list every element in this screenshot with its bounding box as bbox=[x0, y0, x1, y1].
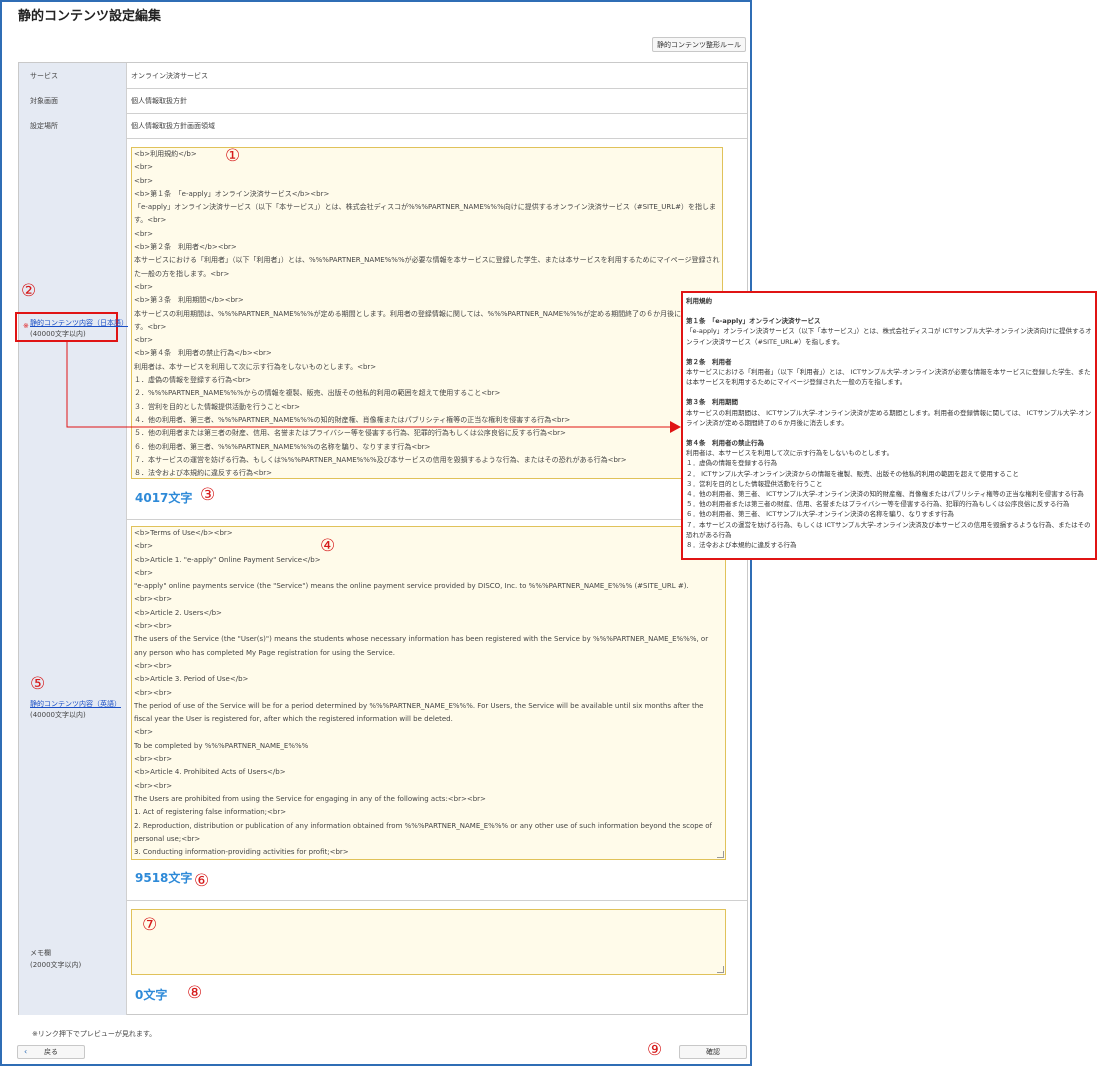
marker-7: ⑦ bbox=[142, 915, 158, 935]
preview-item: ８．法令および本規約に違反する行為 bbox=[686, 541, 797, 550]
preview-article-3-body: 本サービスの利用期間は、 ICTサンプル大学-オンライン決済が定める期間とします… bbox=[686, 408, 1092, 427]
preview-item: ４．他の利用者、第三者、 ICTサンプル大学-オンライン決済の知的財産権、肖像権… bbox=[686, 490, 1084, 499]
preview-item: １．虚偽の情報を登録する行為 bbox=[686, 459, 777, 468]
preview-article-1-title: 第１条 「e-apply」オンライン決済サービス bbox=[686, 317, 821, 326]
preview-article-2-body: 本サービスにおける「利用者」（以下「利用者」）とは、 ICTサンプル大学-オンラ… bbox=[686, 368, 1091, 387]
marker-8: ⑧ bbox=[187, 983, 203, 1003]
marker-3: ③ bbox=[200, 485, 216, 505]
preview-title: 利用規約 bbox=[686, 297, 712, 305]
marker-1: ① bbox=[225, 146, 241, 166]
preview-item: ７．本サービスの運営を妨げる行為、もしくは ICTサンプル大学-オンライン決済及… bbox=[686, 520, 1091, 539]
preview-popup: 利用規約 第１条 「e-apply」オンライン決済サービス 「e-apply」オ… bbox=[681, 291, 1097, 560]
preview-article-2-title: 第２条 利用者 bbox=[686, 357, 732, 366]
preview-item: ２． ICTサンプル大学-オンライン決済からの情報を複製、販売、出版その他私的利… bbox=[686, 469, 1019, 478]
preview-article-4-title: 第４条 利用者の禁止行為 bbox=[686, 439, 764, 448]
marker-4: ④ bbox=[320, 536, 336, 556]
arrow-head-icon bbox=[670, 421, 681, 433]
preview-item: ３．営利を目的とした情報提供活動を行うこと bbox=[686, 479, 823, 488]
marker-2: ② bbox=[21, 281, 37, 301]
marker-6: ⑥ bbox=[194, 871, 210, 891]
preview-article-1-body: 「e-apply」オンライン決済サービス（以下「本サービス」）とは、株式会社ディ… bbox=[686, 327, 1092, 346]
preview-item: ６．他の利用者、第三者、 ICTサンプル大学-オンライン決済の名称を騙り、なりす… bbox=[686, 510, 954, 519]
marker-9: ⑨ bbox=[647, 1040, 663, 1060]
arrow-line bbox=[66, 340, 670, 428]
preview-article-4-body: 利用者は、本サービスを利用して次に示す行為をしないものとします。 bbox=[686, 449, 894, 458]
marker-5: ⑤ bbox=[30, 674, 46, 694]
preview-item: ５．他の利用者または第三者の財産、信用、名誉またはプライバシー等を侵害する行為、… bbox=[686, 500, 1070, 509]
preview-article-3-title: 第３条 利用期間 bbox=[686, 398, 738, 407]
